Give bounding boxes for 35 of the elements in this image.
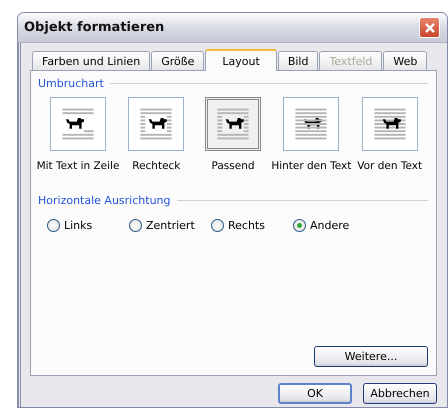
dog-text-wrap-icon — [215, 106, 251, 142]
radio-label: Zentriert — [146, 219, 195, 232]
wrap-style-label: Mit Text in Zeile — [36, 160, 120, 172]
tab[interactable]: Web — [383, 51, 428, 70]
wrap-style-button[interactable] — [50, 97, 106, 151]
radio-label: Rechts — [228, 219, 265, 232]
dialog-button[interactable]: Abbrechen — [363, 383, 437, 404]
window-title: Objekt formatieren — [24, 20, 164, 35]
tab[interactable]: Größe — [151, 51, 204, 70]
tab[interactable]: Farben und Linien — [32, 51, 150, 70]
dialog-button[interactable]: OK — [278, 383, 352, 404]
dog-text-wrap-icon — [60, 106, 96, 142]
more-button[interactable]: Weitere... — [314, 346, 428, 367]
radio-button[interactable] — [211, 219, 224, 232]
dog-text-wrap-icon — [138, 106, 174, 142]
tab[interactable]: Bild — [278, 51, 318, 70]
group-title: Umbruchart — [38, 77, 104, 90]
wrap-style-label: Hinter den Text — [271, 160, 352, 172]
radio-button[interactable] — [293, 219, 306, 232]
wrap-style-label: Passend — [212, 160, 255, 172]
wrap-style-label: Vor den Text — [357, 160, 422, 172]
radio-button[interactable] — [129, 219, 142, 232]
radio-label: Links — [64, 219, 92, 232]
wrap-style-button[interactable] — [362, 97, 418, 151]
close-button[interactable] — [419, 17, 440, 38]
wrap-style-label: Rechteck — [132, 160, 180, 172]
group-title: Horizontale Ausrichtung — [38, 194, 170, 207]
dog-text-wrap-icon — [293, 106, 330, 142]
radio-label: Andere — [310, 219, 350, 232]
dog-text-wrap-icon — [372, 106, 408, 142]
tab[interactable]: Layout — [205, 49, 277, 71]
wrap-style-button[interactable] — [205, 97, 261, 151]
close-icon — [424, 22, 436, 34]
wrap-style-button[interactable] — [128, 97, 184, 151]
radio-button[interactable] — [47, 219, 60, 232]
